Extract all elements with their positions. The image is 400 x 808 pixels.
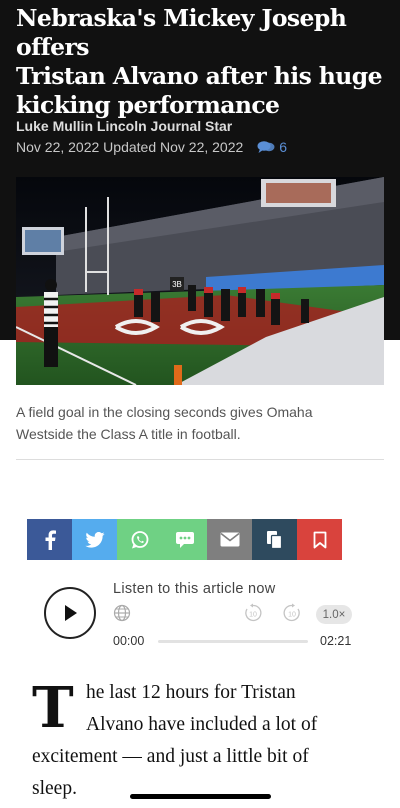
article-photo[interactable]: 3B [16,177,384,385]
body-text-line: sleep. [32,778,77,799]
scoreboard-text: 3B [172,280,182,289]
share-email-button[interactable] [207,519,252,560]
body-text-line: excitement — and just a little bit of [32,746,309,767]
globe-icon [113,604,131,622]
comment-count: 6 [279,139,288,155]
comment-icon [257,141,275,153]
stadium-photo: 3B [16,177,384,385]
byline[interactable]: Luke Mullin Lincoln Journal Star [16,118,232,134]
share-sms-button[interactable] [162,519,207,560]
email-icon [220,532,239,547]
skip-forward-seconds: 10 [288,612,296,619]
body-text-line: he last 12 hours for Tristan [86,682,296,703]
whatsapp-icon [131,530,148,548]
caption-line: Westside the Class A title in football. [16,426,241,442]
audio-progress-bar[interactable] [158,640,308,643]
comments-link[interactable]: 6 [257,139,287,155]
drop-cap: T [32,675,74,741]
article-headline: Nebraska's Mickey Joseph offers Tristan … [16,4,388,120]
duration: 02:21 [320,634,352,648]
share-twitter-button[interactable] [72,519,117,560]
rewind-10-icon: 10 [245,603,262,622]
headline-line: Nebraska's Mickey Joseph offers [16,4,347,61]
publish-dates: Nov 22, 2022 Updated Nov 22, 2022 [16,139,244,155]
body-text-line: Alvano have included a lot of [86,714,318,735]
end-zone-pylon [174,365,182,385]
dateline: Nov 22, 2022 Updated Nov 22, 2022 6 [16,139,287,155]
share-whatsapp-button[interactable] [117,519,162,560]
audio-player-label: Listen to this article now [113,581,276,597]
share-bar [27,519,342,560]
skip-forward-button[interactable]: 10 [282,603,302,628]
photo-caption: A field goal in the closing seconds give… [16,401,384,445]
bookmark-button[interactable] [297,519,342,560]
share-facebook-button[interactable] [27,519,72,560]
skip-back-seconds: 10 [249,612,257,619]
home-indicator[interactable] [130,794,271,799]
playback-speed-button[interactable]: 1.0× [316,605,352,624]
copy-icon [267,530,283,549]
bookmark-icon [313,531,326,548]
facebook-icon [45,529,56,550]
caption-line: A field goal in the closing seconds give… [16,404,313,420]
twitter-icon [84,531,105,548]
forward-10-icon: 10 [283,603,300,622]
skip-back-button[interactable]: 10 [243,603,263,628]
divider [16,459,384,460]
current-time: 00:00 [113,634,145,648]
sms-icon [175,531,194,548]
play-button[interactable] [44,587,96,639]
headline-line: Tristan Alvano after his huge [16,62,383,90]
headline-line: kicking performance [16,91,280,119]
language-button[interactable] [113,604,131,627]
copy-link-button[interactable] [252,519,297,560]
play-icon [65,605,77,621]
